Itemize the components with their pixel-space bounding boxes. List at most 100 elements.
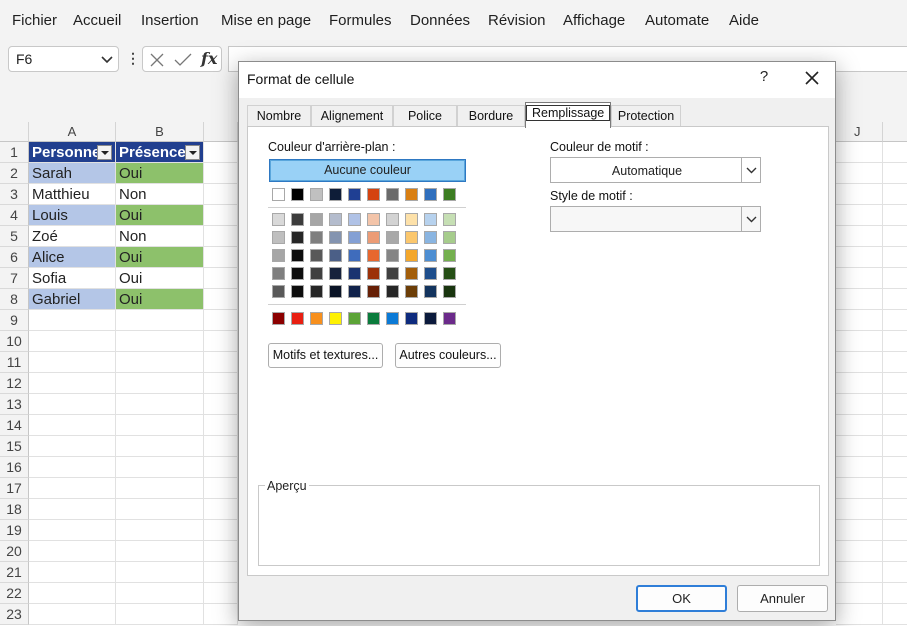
grid-cell[interactable]	[204, 184, 238, 205]
row-header[interactable]: 6	[0, 247, 29, 268]
row-header[interactable]: 3	[0, 184, 29, 205]
grid-cell[interactable]	[836, 415, 883, 436]
grid-cell[interactable]	[883, 163, 907, 184]
menu-fichier[interactable]: Fichier	[12, 12, 57, 29]
tint-color-swatch[interactable]	[405, 249, 418, 262]
grid-cell[interactable]	[29, 583, 116, 604]
grid-cell[interactable]	[204, 541, 238, 562]
grid-cell[interactable]	[29, 394, 116, 415]
grid-cell[interactable]	[204, 247, 238, 268]
menu-revision[interactable]: Révision	[488, 12, 546, 29]
row-header[interactable]: 10	[0, 331, 29, 352]
grid-cell[interactable]	[836, 373, 883, 394]
grid-cell[interactable]	[204, 457, 238, 478]
menu-mise-en-page[interactable]: Mise en page	[221, 12, 311, 29]
table-cell-presence[interactable]: Oui	[116, 247, 204, 268]
table-cell-presence[interactable]: Non	[116, 226, 204, 247]
grid-cell[interactable]	[883, 520, 907, 541]
grid-cell[interactable]	[116, 520, 204, 541]
row-header[interactable]: 7	[0, 268, 29, 289]
tint-color-swatch[interactable]	[291, 249, 304, 262]
grid-cell[interactable]	[883, 541, 907, 562]
row-header[interactable]: 2	[0, 163, 29, 184]
grid-cell[interactable]	[116, 415, 204, 436]
grid-cell[interactable]	[836, 478, 883, 499]
row-header[interactable]: 5	[0, 226, 29, 247]
standard-color-swatch[interactable]	[329, 312, 342, 325]
filter-dropdown-icon[interactable]	[97, 145, 112, 160]
standard-color-swatch[interactable]	[443, 312, 456, 325]
tint-color-swatch[interactable]	[424, 249, 437, 262]
table-cell-presence[interactable]: Oui	[116, 289, 204, 310]
pattern-style-select[interactable]	[550, 206, 761, 232]
tint-color-swatch[interactable]	[367, 285, 380, 298]
grid-cell[interactable]	[204, 520, 238, 541]
row-header[interactable]: 20	[0, 541, 29, 562]
tint-color-swatch[interactable]	[386, 213, 399, 226]
tint-color-swatch[interactable]	[405, 285, 418, 298]
grid-cell[interactable]	[836, 310, 883, 331]
grid-cell[interactable]	[204, 562, 238, 583]
grid-cell[interactable]	[204, 142, 238, 163]
grid-cell[interactable]	[836, 247, 883, 268]
grid-cell[interactable]	[883, 247, 907, 268]
grid-cell[interactable]	[29, 562, 116, 583]
table-cell-personne[interactable]: Louis	[29, 205, 116, 226]
no-color-button[interactable]: Aucune couleur	[269, 159, 466, 182]
grid-cell[interactable]	[204, 352, 238, 373]
tint-color-swatch[interactable]	[405, 213, 418, 226]
grid-cell[interactable]	[204, 205, 238, 226]
tint-color-swatch[interactable]	[348, 249, 361, 262]
grid-cell[interactable]	[116, 394, 204, 415]
tint-color-swatch[interactable]	[424, 213, 437, 226]
check-icon[interactable]	[174, 52, 192, 68]
tint-color-swatch[interactable]	[310, 231, 323, 244]
grid-cell[interactable]	[204, 583, 238, 604]
grid-cell[interactable]	[116, 499, 204, 520]
tab-bordure[interactable]: Bordure	[457, 105, 525, 128]
row-header[interactable]: 19	[0, 520, 29, 541]
row-header[interactable]: 17	[0, 478, 29, 499]
standard-color-swatch[interactable]	[405, 312, 418, 325]
grid-cell[interactable]	[204, 310, 238, 331]
grid-cell[interactable]	[883, 499, 907, 520]
column-header-b[interactable]: B	[116, 122, 204, 142]
chevron-down-icon[interactable]	[100, 52, 114, 66]
grid-cell[interactable]	[116, 562, 204, 583]
theme-color-swatch[interactable]	[291, 188, 304, 201]
grid-cell[interactable]	[29, 415, 116, 436]
menu-automate[interactable]: Automate	[645, 12, 709, 29]
row-header[interactable]: 14	[0, 415, 29, 436]
tint-color-swatch[interactable]	[291, 213, 304, 226]
tab-remplissage[interactable]: Remplissage	[525, 102, 611, 128]
grid-cell[interactable]	[883, 184, 907, 205]
theme-color-swatch[interactable]	[272, 188, 285, 201]
standard-color-swatch[interactable]	[367, 312, 380, 325]
grid-cell[interactable]	[883, 415, 907, 436]
tint-color-swatch[interactable]	[329, 285, 342, 298]
grid-cell[interactable]	[836, 499, 883, 520]
tab-alignement[interactable]: Alignement	[311, 105, 393, 128]
tint-color-swatch[interactable]	[310, 267, 323, 280]
grid-cell[interactable]	[204, 604, 238, 625]
tint-color-swatch[interactable]	[348, 285, 361, 298]
tint-color-swatch[interactable]	[329, 213, 342, 226]
grid-cell[interactable]	[116, 604, 204, 625]
grid-cell[interactable]	[204, 436, 238, 457]
theme-color-swatch[interactable]	[367, 188, 380, 201]
grid-cell[interactable]	[836, 142, 883, 163]
grid-cell[interactable]	[836, 163, 883, 184]
table-cell-personne[interactable]: Sarah	[29, 163, 116, 184]
grid-cell[interactable]	[29, 604, 116, 625]
tab-nombre[interactable]: Nombre	[247, 105, 311, 128]
tint-color-swatch[interactable]	[443, 231, 456, 244]
column-header-c[interactable]	[204, 122, 238, 142]
more-colors-button[interactable]: Autres couleurs...	[395, 343, 501, 368]
cancel-button[interactable]: Annuler	[737, 585, 828, 612]
ok-button[interactable]: OK	[636, 585, 727, 612]
tint-color-swatch[interactable]	[348, 267, 361, 280]
tint-color-swatch[interactable]	[405, 231, 418, 244]
grid-cell[interactable]	[883, 226, 907, 247]
cancel-icon[interactable]	[149, 52, 165, 68]
tint-color-swatch[interactable]	[386, 249, 399, 262]
